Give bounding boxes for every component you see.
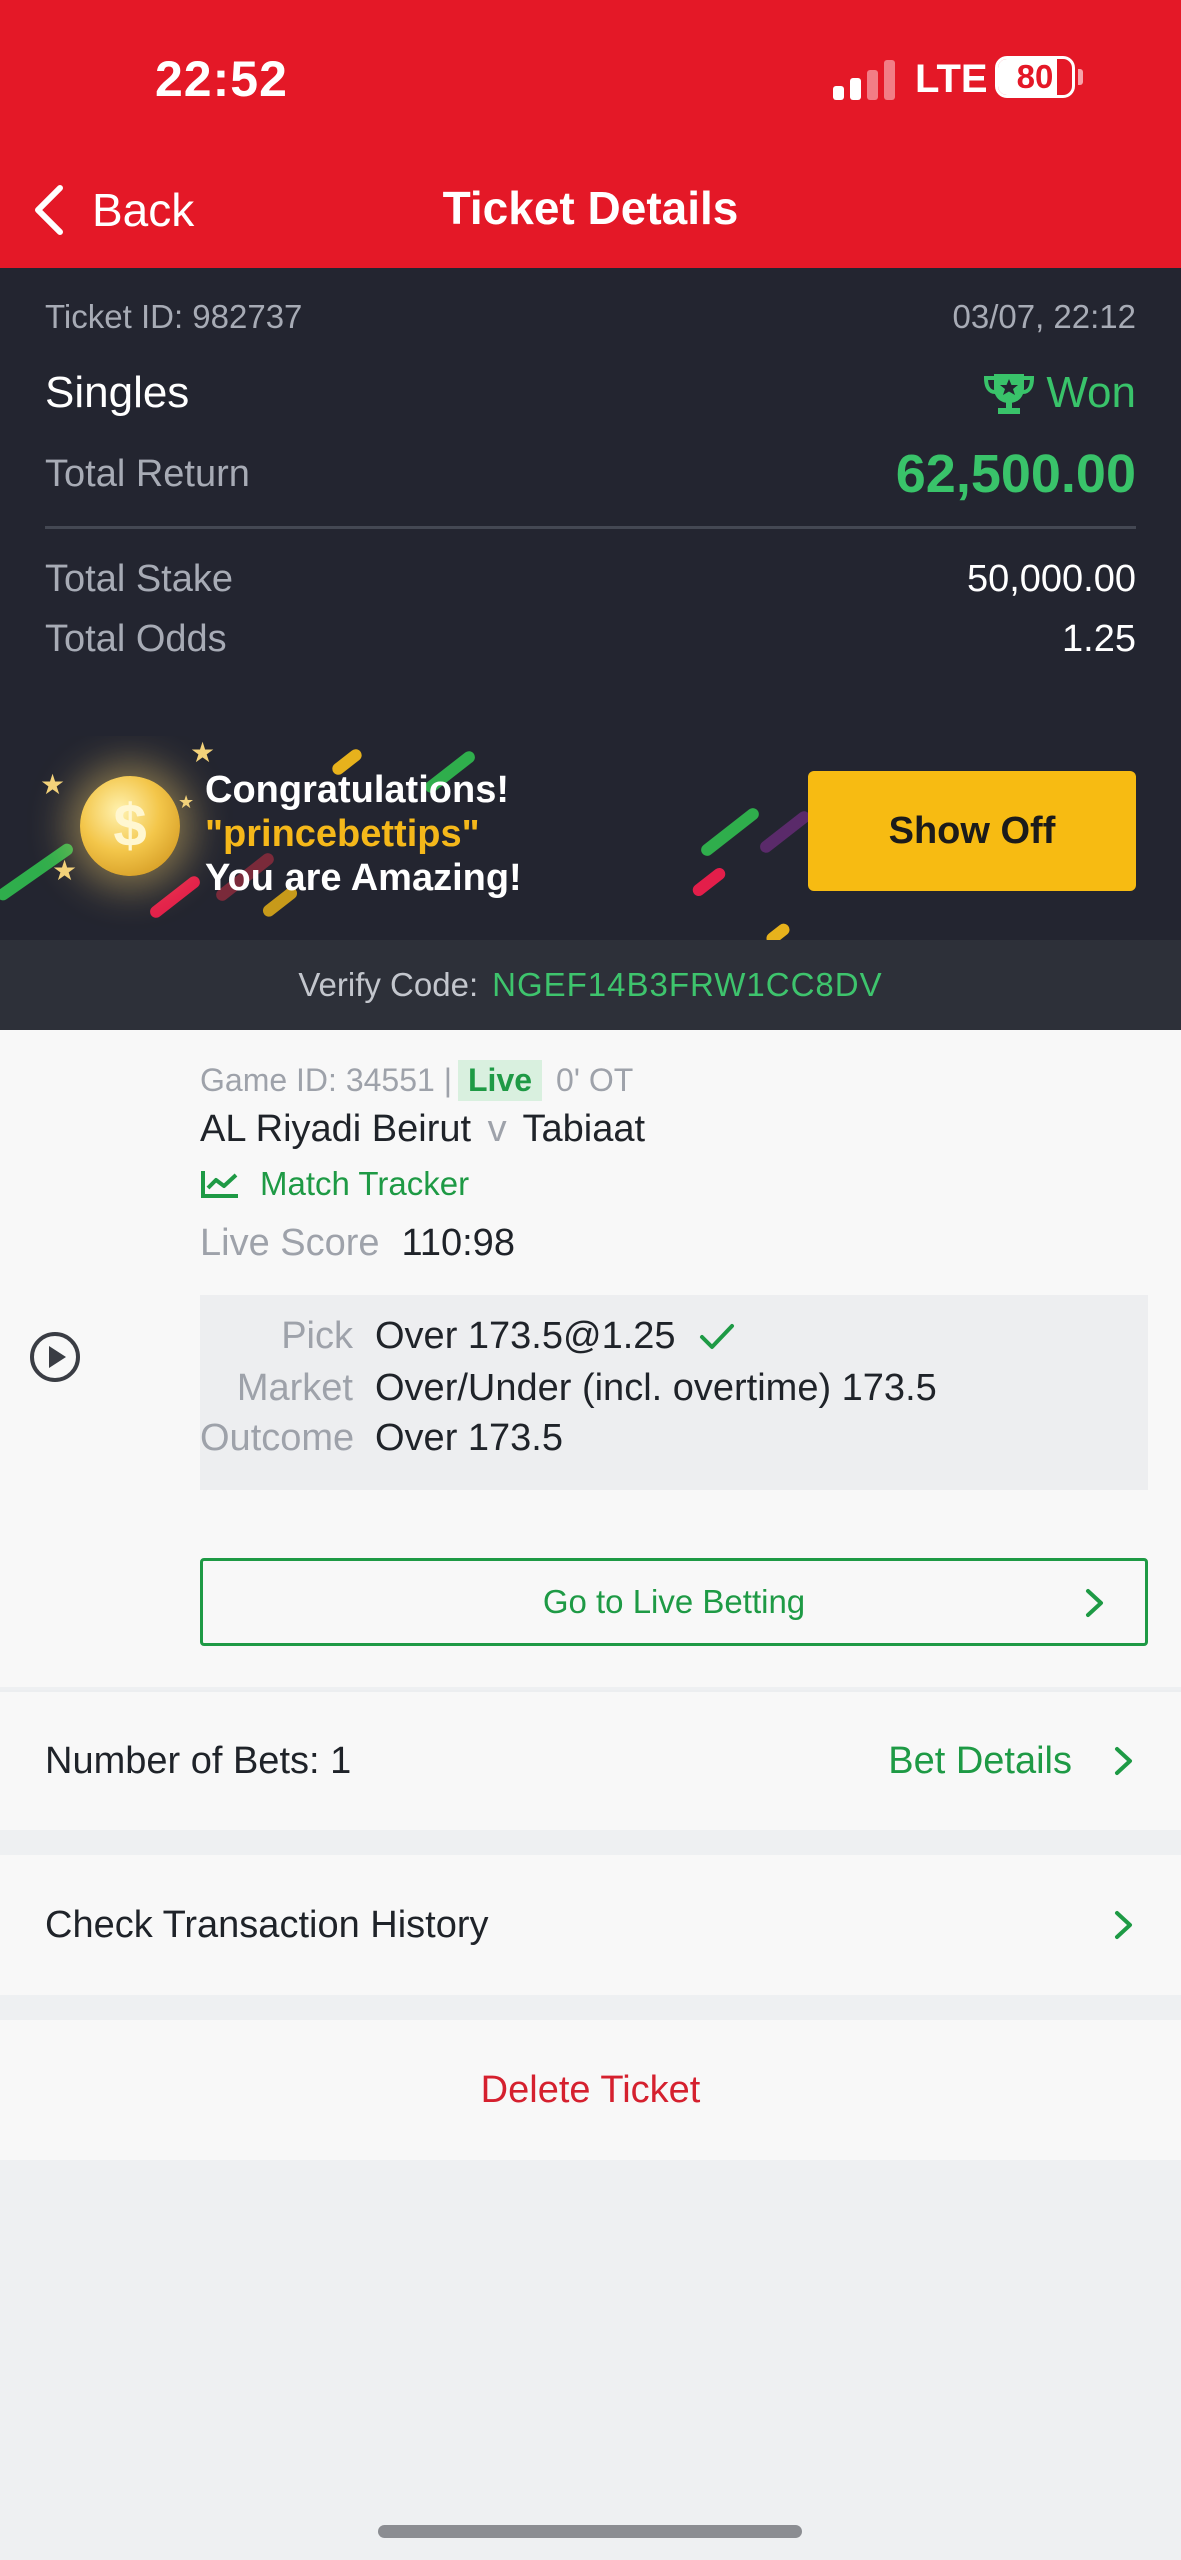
confetti-streak	[764, 921, 792, 940]
game-meta: Game ID: 34551 | Live 0' OT	[200, 1060, 633, 1101]
app-header: 22:52 LTE 80 Back Ticket Details	[0, 0, 1181, 268]
go-to-live-betting-button[interactable]: Go to Live Betting	[200, 1558, 1148, 1646]
confetti-streak	[147, 873, 203, 921]
live-badge: Live	[458, 1060, 543, 1101]
play-circle-icon[interactable]	[28, 1330, 82, 1384]
page-title: Ticket Details	[442, 182, 739, 234]
status-time: 22:52	[155, 51, 288, 107]
market-row: Market Over/Under (incl. overtime) 173.5	[200, 1367, 1148, 1410]
ticket-type-row: Singles Won	[45, 368, 1136, 418]
ticket-id: Ticket ID: 982737	[45, 298, 303, 335]
live-score-value: 110:98	[401, 1222, 515, 1264]
transaction-history-label: Check Transaction History	[45, 1903, 489, 1946]
verify-code-value[interactable]: NGEF14B3FRW1CC8DV	[492, 966, 883, 1004]
away-team: Tabiaat	[522, 1108, 646, 1150]
status-label: Won	[1046, 368, 1136, 417]
show-off-button[interactable]: Show Off	[808, 771, 1136, 891]
confetti-streak	[690, 865, 728, 899]
bet-details-link[interactable]: Bet Details	[888, 1740, 1072, 1783]
live-betting-label: Go to Live Betting	[542, 1583, 806, 1620]
total-stake-value: 50,000.00	[966, 558, 1136, 600]
battery-icon: 80	[995, 56, 1075, 98]
pick-value: Over 173.5@1.25	[375, 1315, 676, 1357]
pick-label: Pick	[281, 1315, 353, 1357]
home-indicator[interactable]	[378, 2525, 802, 2538]
chevron-right-icon	[1115, 1911, 1132, 1939]
total-return-label: Total Return	[45, 452, 250, 495]
trophy-icon	[984, 374, 1035, 414]
battery-nub	[1078, 69, 1083, 85]
confetti-streak	[757, 808, 813, 856]
match-tracker-label: Match Tracker	[260, 1165, 470, 1202]
bet-card: Game ID: 34551 | Live 0' OT AL Riyadi Be…	[0, 1030, 1181, 1687]
total-odds-row: Total Odds 1.25	[45, 618, 1136, 661]
signal-icon	[833, 60, 897, 100]
total-return-value: 62,500.00	[895, 444, 1136, 504]
live-score-row: Live Score 110:98	[200, 1222, 515, 1265]
ticket-datetime: 03/07, 22:12	[952, 298, 1137, 335]
checkmark-icon	[699, 1323, 734, 1349]
match-teams: AL Riyadi Beirut v Tabiaat	[200, 1108, 645, 1151]
battery-percent: 80	[1016, 58, 1054, 95]
number-of-bets: Number of Bets: 1	[45, 1739, 352, 1782]
congrats-username: "princebettips"	[205, 813, 480, 855]
verify-code-label: Verify Code:	[298, 966, 479, 1003]
market-label: Market	[236, 1367, 353, 1409]
status-badge: Won	[982, 368, 1136, 418]
outcome-label: Outcome	[200, 1417, 355, 1459]
match-tracker-link[interactable]: Match Tracker	[200, 1165, 469, 1203]
number-of-bets-row[interactable]: Number of Bets: 1 Bet Details	[0, 1690, 1181, 1830]
total-return-row: Total Return 62,500.00	[45, 443, 1136, 505]
chevron-right-icon	[1086, 1589, 1103, 1617]
coin-symbol: $	[113, 792, 147, 859]
home-team: AL Riyadi Beirut	[200, 1108, 472, 1150]
coin-icon: $	[80, 776, 180, 876]
selection-details: Pick Over 173.5@1.25 Market Over/Under (…	[200, 1295, 1148, 1490]
star-icon: ★	[178, 792, 195, 812]
outcome-value: Over 173.5	[375, 1417, 563, 1459]
versus-label: v	[487, 1108, 507, 1150]
congrats-message: Congratulations! "princebettips" You are…	[205, 768, 522, 900]
pick-row: Pick Over 173.5@1.25	[200, 1315, 1148, 1358]
game-clock: 0' OT	[556, 1062, 634, 1098]
star-icon: ★	[52, 855, 78, 886]
chart-line-icon	[201, 1171, 238, 1198]
delete-ticket-label: Delete Ticket	[480, 2068, 701, 2111]
ticket-meta-row: Ticket ID: 982737 03/07, 22:12	[45, 298, 1136, 336]
market-value: Over/Under (incl. overtime) 173.5	[375, 1367, 937, 1409]
transaction-history-row[interactable]: Check Transaction History	[0, 1855, 1181, 1995]
total-odds-label: Total Odds	[45, 618, 227, 660]
total-stake-label: Total Stake	[45, 558, 233, 600]
confetti-streak	[698, 805, 762, 859]
live-score-label: Live Score	[200, 1222, 380, 1264]
congrats-line1: Congratulations!	[205, 769, 509, 811]
network-label: LTE	[915, 57, 988, 101]
star-icon: ★	[190, 737, 216, 768]
verify-code-bar: Verify Code: NGEF14B3FRW1CC8DV	[0, 940, 1181, 1030]
star-icon: ★	[40, 769, 66, 800]
outcome-row: Outcome Over 173.5	[200, 1417, 1148, 1460]
total-odds-value: 1.25	[1062, 618, 1136, 660]
delete-ticket-button[interactable]: Delete Ticket	[0, 2020, 1181, 2160]
congrats-line3: You are Amazing!	[205, 857, 522, 899]
bet-type: Singles	[45, 368, 190, 417]
game-id: Game ID: 34551 |	[200, 1062, 452, 1098]
summary-divider	[45, 526, 1136, 529]
chevron-right-icon	[1115, 1747, 1132, 1775]
total-stake-row: Total Stake 50,000.00	[45, 558, 1136, 601]
